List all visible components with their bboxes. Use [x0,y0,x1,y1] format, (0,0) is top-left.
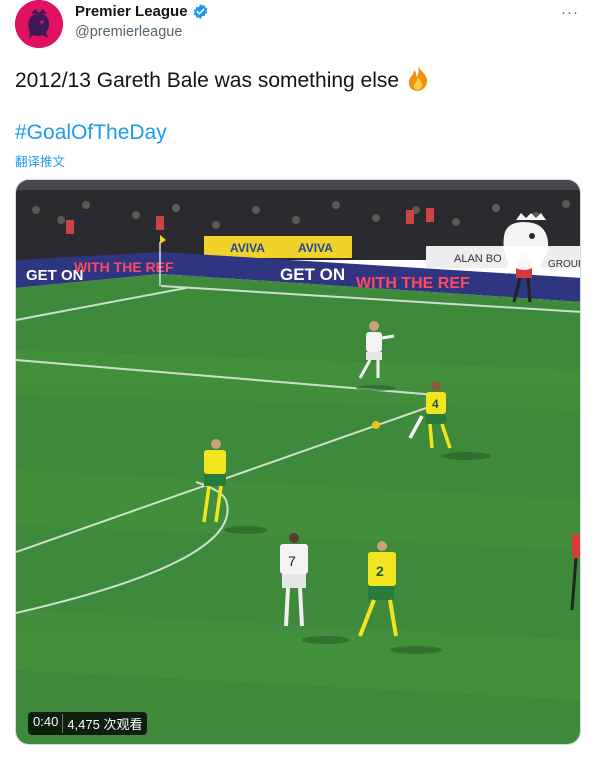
video-stats-badge: 0:40 4,475 次观看 [28,712,148,735]
jersey-number-4: 4 [432,397,439,411]
video-player[interactable]: AVIVA AVIVA ALAN BO GROUP GET ON WITH TH… [15,179,581,745]
video-duration: 0:40 [33,714,59,729]
verified-badge-icon [192,3,209,20]
video-views: 4,475 次观看 [62,714,142,733]
hoarding-ref-left: WITH THE REF [74,259,174,275]
video-frame: AVIVA AVIVA ALAN BO GROUP GET ON WITH TH… [16,180,581,744]
aviva-board-1: AVIVA [230,241,265,255]
alan-board: ALAN BO [454,253,502,265]
group-board: GROUP [548,259,581,270]
hashtag-link[interactable]: #GoalOfTheDay [15,121,167,145]
jersey-number-7: 7 [288,553,296,569]
translate-tweet-link[interactable]: 翻译推文 [15,151,65,170]
fire-emoji-icon [405,64,431,98]
more-options-button[interactable]: ··· [561,4,579,21]
avatar[interactable] [15,0,63,48]
tweet-body: 2012/13 Gareth Bale was something else [15,69,400,92]
display-name[interactable]: Premier League [75,3,188,20]
jersey-number-2: 2 [376,563,384,579]
premier-league-lion-icon [15,0,63,48]
aviva-board-2: AVIVA [298,241,333,255]
account-handle[interactable]: @premierleague [75,24,182,40]
tweet-text: 2012/13 Gareth Bale was something else [15,64,431,98]
hoarding-geton-mid: GET ON [280,265,345,284]
ball [372,421,380,429]
